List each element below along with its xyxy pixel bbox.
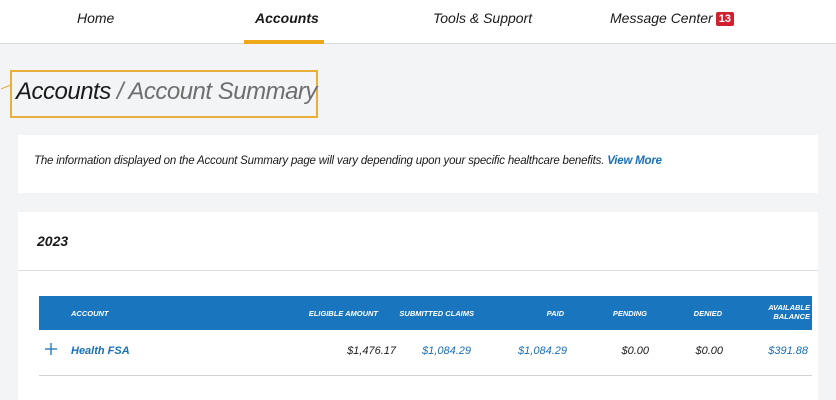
info-banner: The information displayed on the Account… bbox=[18, 135, 818, 193]
info-text: The information displayed on the Account… bbox=[34, 155, 605, 167]
breadcrumb-accounts[interactable]: Accounts bbox=[16, 78, 111, 105]
col-paid: PAID bbox=[546, 309, 564, 318]
col-eligible-amount: ELIGIBLE AMOUNT bbox=[308, 309, 378, 318]
year-summary-card: 2023 ACCOUNT ELIGIBLE AMOUNT SUBMITTED C… bbox=[18, 212, 818, 400]
col-available-line1: AVAILABLE bbox=[768, 303, 810, 312]
nav-home[interactable]: Home bbox=[77, 10, 114, 26]
col-available-line2: BALANCE bbox=[773, 312, 810, 321]
breadcrumb-current: Account Summary bbox=[128, 78, 317, 105]
eligible-amount-value: $1,476.17 bbox=[347, 345, 396, 357]
top-navigation: Home Accounts Tools & Support Message Ce… bbox=[0, 0, 836, 44]
active-tab-indicator bbox=[244, 40, 324, 44]
nav-tools-support[interactable]: Tools & Support bbox=[433, 10, 532, 26]
paid-link[interactable]: $1,084.29 bbox=[518, 345, 567, 357]
divider bbox=[18, 270, 818, 271]
col-submitted-claims: SUBMITTED CLAIMS bbox=[399, 309, 474, 318]
breadcrumb-separator: / bbox=[110, 78, 129, 105]
col-available-balance: AVAILABLE BALANCE bbox=[768, 303, 810, 321]
nav-message-center-label: Message Center bbox=[610, 10, 713, 26]
pending-value: $0.00 bbox=[621, 345, 649, 357]
col-pending: PENDING bbox=[612, 309, 647, 318]
info-message: The information displayed on the Account… bbox=[34, 155, 662, 167]
submitted-claims-link[interactable]: $1,084.29 bbox=[422, 345, 471, 357]
message-count-badge: 13 bbox=[715, 12, 734, 26]
year-heading: 2023 bbox=[37, 233, 69, 249]
col-denied: DENIED bbox=[693, 309, 722, 318]
nav-accounts[interactable]: Accounts bbox=[255, 10, 319, 26]
available-balance-link[interactable]: $391.88 bbox=[768, 345, 808, 357]
table-row: Health FSA $1,476.17 $1,084.29 $1,084.29… bbox=[39, 330, 812, 376]
account-name-link[interactable]: Health FSA bbox=[71, 345, 130, 357]
view-more-link[interactable]: View More bbox=[607, 155, 662, 167]
denied-value: $0.00 bbox=[695, 345, 723, 357]
col-account: ACCOUNT bbox=[71, 309, 109, 318]
table-header: ACCOUNT ELIGIBLE AMOUNT SUBMITTED CLAIMS… bbox=[39, 296, 812, 330]
plus-icon[interactable] bbox=[44, 342, 58, 356]
page-title: Accounts / Account Summary bbox=[10, 70, 318, 118]
nav-message-center[interactable]: Message Center 13 bbox=[610, 10, 734, 26]
